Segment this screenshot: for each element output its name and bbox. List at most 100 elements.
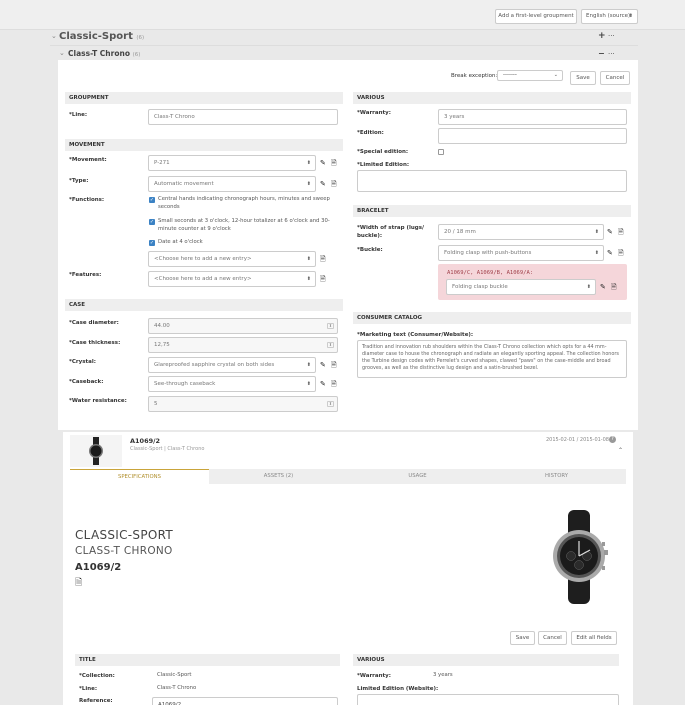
type-value: Automatic movement — [154, 181, 214, 187]
tree-child-label[interactable]: Class-T Chrono (6) — [68, 49, 140, 58]
special-edition-checkbox[interactable] — [438, 149, 444, 155]
help-icon[interactable]: ? — [609, 436, 616, 443]
select-caret-icon: ⬍ — [306, 381, 311, 387]
tab-history[interactable]: HISTORY — [487, 469, 626, 484]
break-exception-value: ------- — [503, 72, 517, 78]
document-icon[interactable]: 🗎 — [331, 361, 337, 369]
buckle-select[interactable]: Folding clasp with push-buttons ⬍ — [438, 245, 604, 261]
tree-root-chevron-icon[interactable]: ⌄ — [51, 32, 57, 40]
special-edition-label: *Special edition: — [357, 149, 409, 155]
features-add-select[interactable]: <Choose here to add a new entry> ⬍ — [148, 271, 316, 287]
document-icon[interactable]: 🗎 — [320, 275, 326, 283]
edit-pencil-icon[interactable]: ✎ — [600, 283, 606, 291]
edition-label: *Edition: — [357, 130, 384, 136]
case-diameter-input[interactable]: 44.00 ⬍ — [148, 318, 338, 334]
tree-root-menu-icon[interactable]: ··· — [608, 32, 615, 40]
tree-root-add-icon[interactable]: + — [598, 31, 606, 41]
tree-child-collapse-icon[interactable]: − — [598, 49, 605, 58]
document-icon[interactable]: 🗎 — [331, 159, 337, 167]
edit-all-fields-button[interactable]: Edit all fields — [571, 631, 617, 645]
tab-assets[interactable]: ASSETS (2) — [209, 469, 348, 484]
tree-child-menu-icon[interactable]: ··· — [608, 50, 615, 58]
document-icon[interactable]: 🗎 — [75, 579, 82, 588]
line-input[interactable]: Class-T Chrono — [148, 109, 338, 125]
caseback-select[interactable]: See-through caseback ⬍ — [148, 376, 316, 392]
form-save-button[interactable]: Save — [570, 71, 596, 85]
document-icon[interactable]: 🗎 — [618, 249, 624, 257]
edit-pencil-icon[interactable]: ✎ — [607, 249, 613, 257]
movement-value: P-271 — [154, 160, 170, 166]
number-spinner-icon[interactable]: ⬍ — [327, 323, 334, 329]
document-icon[interactable]: 🗎 — [320, 255, 326, 263]
function-checkbox-3[interactable]: ✓ — [149, 240, 155, 246]
break-exception-select[interactable]: ------- ⌄ — [497, 70, 563, 81]
reference-label: Reference: — [79, 698, 113, 704]
edit-pencil-icon[interactable]: ✎ — [320, 180, 326, 188]
warranty-input[interactable]: 3 years — [438, 109, 627, 125]
case-diameter-label: *Case diameter: — [69, 320, 119, 326]
crystal-select[interactable]: Glareproofed sapphire crystal on both si… — [148, 357, 316, 373]
select-caret-icon: ⬍ — [594, 229, 599, 235]
tree-child-text: Class-T Chrono — [68, 49, 130, 58]
edit-pencil-icon[interactable]: ✎ — [320, 361, 326, 369]
strap-width-select[interactable]: 20 / 18 mm ⬍ — [438, 224, 604, 240]
edition-input[interactable] — [438, 128, 627, 144]
water-resistance-input[interactable]: 5 ⬍ — [148, 396, 338, 412]
number-spinner-icon[interactable]: ⬍ — [327, 401, 334, 407]
number-spinner-icon[interactable]: ⬍ — [327, 342, 334, 348]
product-various-header: VARIOUS — [353, 654, 619, 666]
reference-input[interactable]: A1069/2 — [152, 697, 338, 705]
product-cancel-button[interactable]: Cancel — [538, 631, 567, 645]
product-save-button[interactable]: Save — [510, 631, 535, 645]
document-icon[interactable]: 🗎 — [331, 380, 337, 388]
buckle-label: *Buckle: — [357, 247, 383, 253]
edit-pencil-icon[interactable]: ✎ — [320, 380, 326, 388]
strap-width-value: 20 / 18 mm — [444, 229, 476, 235]
product-thumbnail[interactable] — [70, 435, 122, 467]
tree-child-chevron-icon[interactable]: ⌄ — [59, 49, 65, 57]
case-thickness-input[interactable]: 12,75 ⬍ — [148, 337, 338, 353]
line-label: *Line: — [69, 112, 88, 118]
functions-add-select[interactable]: <Choose here to add a new entry> ⬍ — [148, 251, 316, 267]
marketing-textarea[interactable]: Tradition and innovation rub shoulders w… — [357, 340, 627, 378]
tree-root-label[interactable]: Classic-Sport (6) — [59, 31, 144, 42]
document-icon[interactable]: 🗎 — [331, 180, 337, 188]
function-checkbox-1[interactable]: ✓ — [149, 197, 155, 203]
edit-pencil-icon[interactable]: ✎ — [607, 228, 613, 236]
bracelet-header: BRACELET — [353, 205, 631, 217]
warranty-label: *Warranty: — [357, 110, 391, 116]
title-line-value: Class-T Chrono — [157, 685, 197, 691]
product-warranty-label: *Warranty: — [357, 673, 391, 679]
edit-pencil-icon[interactable]: ✎ — [320, 159, 326, 167]
caseback-label: *Caseback: — [69, 379, 104, 385]
document-icon[interactable]: 🗎 — [611, 283, 617, 291]
collapse-chevron-icon[interactable]: ⌃ — [618, 447, 623, 454]
add-groupment-button[interactable]: Add a first-level groupment — [495, 9, 577, 24]
limited-edition-label: *Limited Edition: — [357, 162, 410, 168]
function-text-1: Central hands indicating chronograph hou… — [158, 196, 330, 210]
buckle-exception-select[interactable]: Folding clasp buckle ⬍ — [446, 279, 596, 295]
functions-label: *Functions: — [69, 197, 105, 203]
tab-specifications[interactable]: SPECIFICATIONS — [70, 469, 209, 484]
tree-child-count: (6) — [132, 52, 141, 58]
buckle-exception-refs: A1069/C, A1069/B, A1069/A: — [447, 270, 534, 276]
tab-usage[interactable]: USAGE — [348, 469, 487, 484]
features-label: *Features: — [69, 272, 102, 278]
product-breadcrumb: Classic-Sport | Class-T Chrono — [130, 446, 205, 452]
headline-ref: A1069/2 — [75, 562, 122, 573]
document-icon[interactable]: 🗎 — [618, 228, 624, 236]
type-select[interactable]: Automatic movement ⬍ — [148, 176, 316, 192]
select-caret-icon: ⌄ — [553, 72, 558, 78]
movement-select[interactable]: P-271 ⬍ — [148, 155, 316, 171]
limited-edition-website-input[interactable] — [357, 694, 619, 705]
buckle-exception-value: Folding clasp buckle — [452, 284, 508, 290]
language-select[interactable]: English (source) ⬍ — [581, 9, 638, 24]
form-cancel-button[interactable]: Cancel — [600, 71, 630, 85]
caseback-value: See-through caseback — [154, 381, 216, 387]
function-checkbox-2[interactable]: ✓ — [149, 219, 155, 225]
limited-edition-textarea[interactable] — [357, 170, 627, 192]
marketing-text-label: *Marketing text (Consumer/Website): — [357, 332, 474, 338]
headline-collection: CLASSIC-SPORT — [75, 528, 174, 542]
watch-product-image — [553, 510, 608, 604]
select-caret-icon: ⬍ — [306, 160, 311, 166]
